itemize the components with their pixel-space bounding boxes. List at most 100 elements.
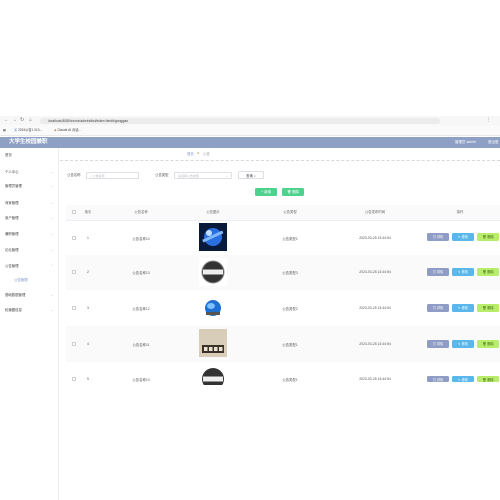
name-filter-input[interactable]: ⌕ 公告名称 <box>86 172 139 179</box>
edit-button[interactable]: ✎ 修改 <box>452 304 474 312</box>
row-name: 公告名称13 <box>132 271 150 275</box>
detail-button[interactable]: ▤ 详情 <box>427 340 449 348</box>
chevron-down-icon: ⌄ <box>50 184 53 188</box>
sidebar-item-basedata[interactable]: 基础数据管理 ⌄ <box>5 290 53 300</box>
breadcrumb-home[interactable]: 首页 <box>187 151 194 156</box>
row-time: 2023-03-25 13:44:54 <box>359 306 391 310</box>
chevron-down-icon: ⌄ <box>50 308 53 312</box>
trash-icon: 🗑 <box>482 342 487 346</box>
row-index: 2 <box>87 270 89 274</box>
delete-button[interactable]: 🗑 删除 <box>477 304 499 312</box>
sidebar-item-profile[interactable]: 个人中心 ⌄ <box>5 167 53 177</box>
plus-icon: + <box>261 190 264 194</box>
row-index: 4 <box>87 342 89 346</box>
notice-image <box>199 365 227 385</box>
select-all-checkbox[interactable] <box>72 210 76 214</box>
delete-button[interactable]: 🗑 删除 <box>477 268 499 276</box>
logout-link[interactable]: 退出登录 <box>488 137 500 159</box>
column-header-type: 公告类型 <box>283 210 297 214</box>
page-icon: ▣ <box>14 128 18 132</box>
row-type: 公告类型2 <box>282 237 298 241</box>
row-time: 2023-03-25 13:44:54 <box>359 270 391 274</box>
name-filter-label: 公告名称 <box>67 173 81 177</box>
edit-icon: ✎ <box>458 378 461 382</box>
type-filter-label: 公告类型 <box>155 173 169 177</box>
chevron-down-icon: ⌄ <box>50 293 53 297</box>
reload-icon[interactable]: ↻ <box>20 118 25 123</box>
trash-icon: 🗑 <box>286 190 292 194</box>
sidebar-item-jobs[interactable]: 兼职管理 ⌄ <box>5 229 53 239</box>
chevron-up-icon: ⌃ <box>50 264 53 268</box>
detail-button[interactable]: ▤ 详情 <box>427 268 449 276</box>
notice-image <box>199 294 227 322</box>
chevron-down-icon: ⌄ <box>50 201 53 205</box>
row-checkbox[interactable] <box>72 306 76 310</box>
column-header-time: 公告发布时间 <box>364 210 386 214</box>
row-name: 公告名称14 <box>132 237 150 241</box>
trash-icon: 🗑 <box>482 306 487 310</box>
notice-image <box>199 258 227 286</box>
delete-button[interactable]: 🗑 删除 <box>477 233 499 241</box>
row-checkbox[interactable] <box>72 377 76 381</box>
forward-icon[interactable]: → <box>12 118 17 123</box>
app-title: 大学生校园兼职 <box>9 139 48 145</box>
row-checkbox[interactable] <box>72 270 76 274</box>
trash-icon: 🗑 <box>482 235 487 239</box>
sidebar-subitem-notices[interactable]: 公告管理 <box>14 275 53 285</box>
trash-icon: 🗑 <box>482 378 487 382</box>
sidebar-item-forum[interactable]: 论坛管理 ⌄ <box>5 245 53 255</box>
sidebar-item-notices[interactable]: 公告管理 ⌃ <box>5 261 53 271</box>
apps-icon[interactable]: ▦ <box>3 127 6 133</box>
row-index: 5 <box>87 377 89 381</box>
notice-image <box>199 329 227 357</box>
detail-button[interactable]: ▤ 详情 <box>427 233 449 241</box>
chevron-down-icon: ⌄ <box>50 216 53 220</box>
batch-delete-button[interactable]: 🗑 删除 <box>282 188 304 196</box>
row-name: 公告名称10 <box>132 378 150 382</box>
detail-button[interactable]: ▤ 详情 <box>427 304 449 312</box>
edit-button[interactable]: ✎ 修改 <box>452 376 474 382</box>
chevron-down-icon: ⌄ <box>50 232 53 236</box>
sidebar-item-carousel[interactable]: 轮播图信息 ⌄ <box>5 305 53 315</box>
bookmark-2[interactable]: ◆ Claude AI 对话... <box>54 127 81 133</box>
back-icon[interactable]: ← <box>4 118 9 123</box>
detail-icon: ▤ <box>432 306 436 310</box>
chevron-down-icon: ⌄ <box>50 170 53 174</box>
row-checkbox[interactable] <box>72 236 76 240</box>
sidebar-item-admins[interactable]: 管理员管理 ⌄ <box>5 181 53 191</box>
row-index: 1 <box>87 236 89 240</box>
search-button[interactable]: 查询 ⌕ <box>238 171 264 179</box>
detail-button[interactable]: ▤ 详情 <box>427 376 449 382</box>
user-name: 管理员 admin <box>455 140 477 144</box>
table-row <box>66 362 500 388</box>
sidebar-item-home[interactable]: 首页 <box>5 150 53 160</box>
sidebar-item-merchants[interactable]: 商家管理 ⌄ <box>5 198 53 208</box>
bookmark-1[interactable]: ▣ 2024公告1 010... <box>14 127 42 133</box>
row-type: 公告类型3 <box>282 271 298 275</box>
page-bottom-blank <box>60 388 500 500</box>
delete-button[interactable]: 🗑 删除 <box>477 376 499 382</box>
detail-icon: ▤ <box>432 235 436 239</box>
row-time: 2023-03-25 13:44:54 <box>359 342 391 346</box>
edit-button[interactable]: ✎ 修改 <box>452 268 474 276</box>
column-header-image: 公告图片 <box>206 210 220 214</box>
type-filter-select[interactable]: 请选择公告类型 ⌄ <box>174 172 232 179</box>
row-time: 2023-03-25 13:44:54 <box>359 236 391 240</box>
menu-icon[interactable]: ⋮ <box>486 118 491 123</box>
edit-button[interactable]: ✎ 修改 <box>452 340 474 348</box>
chevron-down-icon: ⌄ <box>225 174 228 178</box>
row-type: 公告类型1 <box>282 378 298 382</box>
sidebar-item-users[interactable]: 用户管理 ⌄ <box>5 213 53 223</box>
add-button[interactable]: + 新增 <box>255 188 277 196</box>
row-name: 公告名称12 <box>132 307 150 311</box>
row-checkbox[interactable] <box>72 342 76 346</box>
search-icon: ⌕ <box>90 174 92 178</box>
app-header: 大学生校园兼职 管理员 admin 退出登录 <box>0 137 500 155</box>
row-type: 公告类型1 <box>282 343 298 347</box>
edit-button[interactable]: ✎ 修改 <box>452 233 474 241</box>
home-icon[interactable]: ⌂ <box>29 118 34 123</box>
delete-button[interactable]: 🗑 删除 <box>477 340 499 348</box>
address-bar[interactable]: localhost:8080/xxxxx/admin/dist/index.ht… <box>40 117 440 124</box>
column-header-name: 公告名称 <box>134 210 148 214</box>
row-name: 公告名称11 <box>132 343 150 347</box>
